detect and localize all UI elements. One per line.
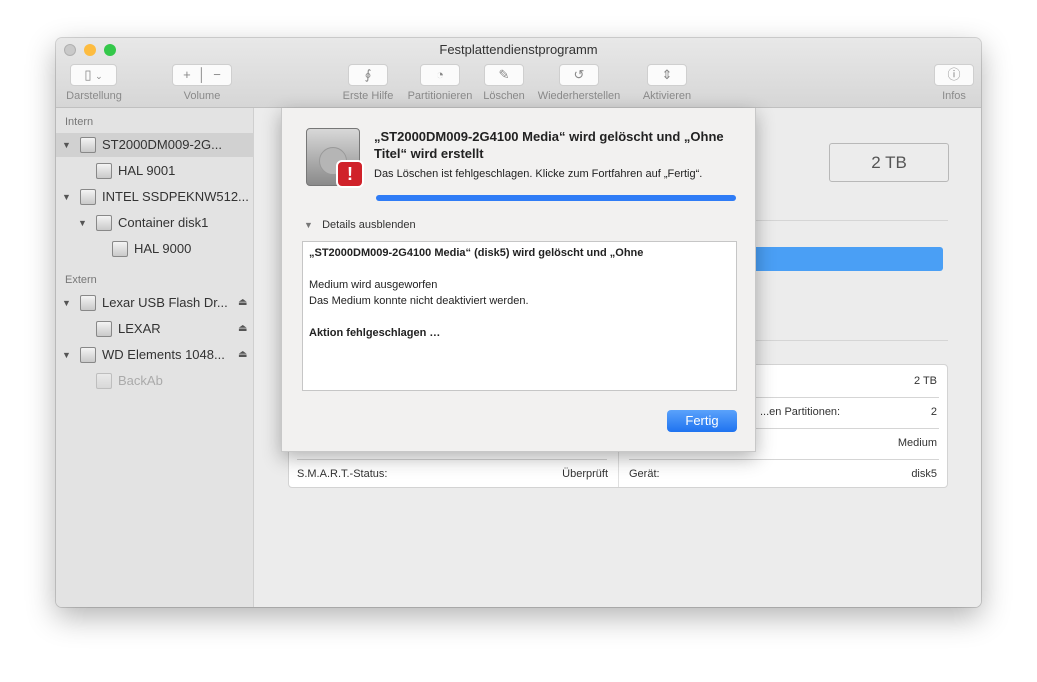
disk-icon bbox=[112, 241, 128, 257]
info-value: 2 bbox=[930, 406, 937, 418]
info-label: ...en Partitionen: bbox=[760, 406, 841, 418]
info-label: S.M.A.R.T.-Status: bbox=[297, 468, 388, 480]
erase-button[interactable]: ✎ bbox=[484, 64, 524, 86]
item-label: WD Elements 1048... bbox=[102, 347, 225, 362]
disk-icon bbox=[80, 347, 96, 363]
usage-bar bbox=[740, 247, 943, 271]
restore-icon: ↺ bbox=[573, 67, 585, 82]
sidebar-item[interactable]: ▼ WD Elements 1048... ⏏ bbox=[56, 343, 254, 367]
sidebar: Intern ▼ ST2000DM009-2G... HAL 9001 ▼ INTE… bbox=[56, 108, 254, 607]
item-label: LEXAR bbox=[118, 321, 161, 336]
partition-label: Partitionieren bbox=[407, 90, 473, 102]
log-line: Aktion fehlgeschlagen … bbox=[309, 327, 441, 339]
sidebar-item[interactable]: BackAb bbox=[56, 369, 254, 393]
item-label: INTEL SSDPEKNW512... bbox=[102, 189, 249, 204]
log-line: Das Medium konnte nicht deaktiviert werd… bbox=[309, 295, 529, 307]
sidebar-item[interactable]: ▼ ST2000DM009-2G... bbox=[56, 133, 254, 157]
disclosure-triangle-icon[interactable]: ▼ bbox=[62, 133, 71, 157]
info-value: Medium bbox=[897, 437, 937, 449]
erase-label: Löschen bbox=[483, 90, 525, 102]
volume-buttons[interactable]: + │ − bbox=[172, 64, 232, 86]
divider bbox=[756, 340, 948, 341]
disk-icon bbox=[96, 163, 112, 179]
view-button[interactable]: ▯ ⌄ bbox=[70, 64, 117, 86]
section-internal: Intern bbox=[65, 116, 94, 128]
disclosure-triangle-icon[interactable]: ▼ bbox=[78, 211, 87, 235]
details-toggle-label: Details ausblenden bbox=[322, 219, 416, 231]
capacity-box: 2 TB bbox=[829, 143, 949, 182]
minus-icon[interactable]: − bbox=[213, 67, 221, 82]
progress-bar bbox=[376, 195, 736, 201]
volume-label: Volume bbox=[183, 90, 221, 102]
item-label: Container disk1 bbox=[118, 215, 209, 230]
dialog-message: Das Löschen ist fehlgeschlagen. Klicke z… bbox=[374, 168, 703, 180]
view-label: Darstellung bbox=[66, 90, 122, 102]
mount-button[interactable]: ⇕ bbox=[647, 64, 687, 86]
progress-fill bbox=[376, 195, 736, 201]
sidebar-icon: ▯ bbox=[84, 67, 92, 82]
disclosure-triangle-icon: ▼ bbox=[304, 220, 313, 230]
partition-button[interactable]: ◔ bbox=[420, 64, 460, 86]
sidebar-item[interactable]: HAL 9001 bbox=[56, 159, 254, 183]
dialog-title: „ST2000DM009-2G4100 Media“ wird gelöscht… bbox=[374, 129, 724, 161]
chevron-down-icon: ⌄ bbox=[95, 71, 103, 81]
section-external: Extern bbox=[65, 274, 97, 286]
info-button[interactable]: ⓘ bbox=[934, 64, 974, 86]
sidebar-item[interactable]: ▼ Lexar USB Flash Dr... ⏏ bbox=[56, 291, 254, 315]
disclosure-triangle-icon[interactable]: ▼ bbox=[62, 291, 71, 315]
item-label: BackAb bbox=[118, 373, 163, 388]
stethoscope-icon: ∮ bbox=[364, 67, 372, 82]
disclosure-triangle-icon[interactable]: ▼ bbox=[62, 343, 71, 367]
erase-progress-sheet: ! „ST2000DM009-2G4100 Media“ wird gelösc… bbox=[281, 108, 756, 452]
restore-label: Wiederherstellen bbox=[537, 90, 621, 102]
info-value: 2 TB bbox=[913, 375, 937, 387]
log-line: Medium wird ausgeworfen bbox=[309, 279, 438, 291]
item-label: HAL 9001 bbox=[118, 163, 176, 178]
info-label: Infos bbox=[942, 90, 966, 102]
item-label: HAL 9000 bbox=[134, 241, 192, 256]
disk-icon bbox=[80, 137, 96, 153]
disk-icon bbox=[96, 321, 112, 337]
warning-icon: ! bbox=[336, 160, 364, 188]
disclosure-triangle-icon[interactable]: ▼ bbox=[62, 185, 71, 209]
sidebar-item[interactable]: LEXAR ⏏ bbox=[56, 317, 254, 341]
eject-icon[interactable]: ⏏ bbox=[238, 291, 247, 315]
item-label: Lexar USB Flash Dr... bbox=[102, 295, 228, 310]
details-toggle[interactable]: ▼ Details ausblenden bbox=[304, 219, 416, 231]
partition-icon: ◔ bbox=[436, 67, 444, 82]
sidebar-item[interactable]: ▼ Container disk1 bbox=[56, 211, 254, 235]
mount-label: Aktivieren bbox=[642, 90, 692, 102]
toolbar: Festplattendienstprogramm ▯ ⌄ Darstellun… bbox=[56, 38, 981, 108]
window-title: Festplattendienstprogramm bbox=[439, 42, 598, 57]
divider bbox=[756, 220, 948, 221]
item-label: ST2000DM009-2G... bbox=[102, 137, 222, 152]
log-line: „ST2000DM009-2G4100 Media“ (disk5) wird … bbox=[309, 247, 644, 259]
sidebar-item[interactable]: HAL 9000 bbox=[56, 237, 254, 261]
sidebar-item[interactable]: ▼ INTEL SSDPEKNW512... bbox=[56, 185, 254, 209]
disk-icon bbox=[80, 189, 96, 205]
details-log[interactable]: „ST2000DM009-2G4100 Media“ (disk5) wird … bbox=[302, 241, 737, 391]
done-button[interactable]: Fertig bbox=[667, 410, 737, 432]
restore-button[interactable]: ↺ bbox=[559, 64, 599, 86]
info-label: Gerät: bbox=[629, 468, 660, 480]
first-aid-button[interactable]: ∮ bbox=[348, 64, 388, 86]
info-icon: ⓘ bbox=[947, 67, 961, 82]
mount-icon: ⇕ bbox=[661, 67, 673, 82]
eject-icon[interactable]: ⏏ bbox=[238, 317, 247, 341]
disk-icon bbox=[80, 295, 96, 311]
eject-icon[interactable]: ⏏ bbox=[238, 343, 247, 367]
disk-icon bbox=[96, 373, 112, 389]
erase-icon: ✎ bbox=[498, 67, 510, 82]
first-aid-label: Erste Hilfe bbox=[342, 90, 394, 102]
disk-icon bbox=[96, 215, 112, 231]
info-value: disk5 bbox=[911, 468, 937, 480]
plus-icon[interactable]: + bbox=[183, 67, 191, 82]
info-value: Überprüft bbox=[562, 468, 608, 480]
